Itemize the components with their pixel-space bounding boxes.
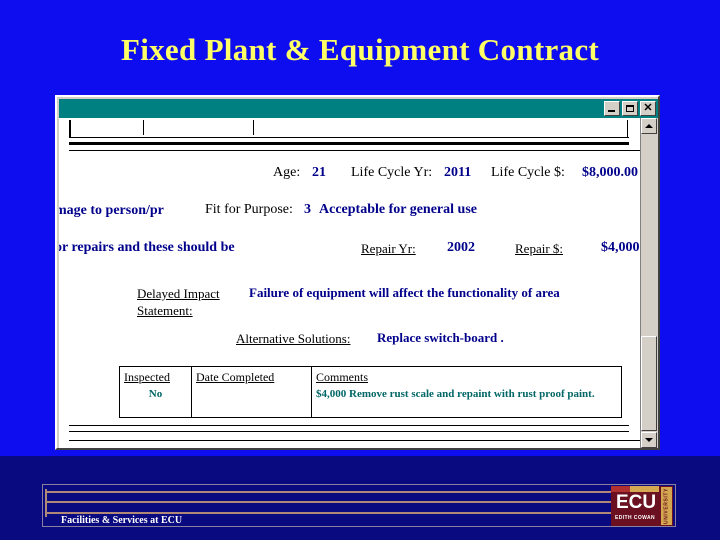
fit-for-purpose-rating: 3: [304, 202, 311, 217]
footer-rule-1: [45, 491, 639, 493]
rule-bottom-2: [69, 431, 629, 432]
scroll-down-button[interactable]: [641, 432, 657, 448]
repair-dollar-value: $4,000.00: [601, 240, 642, 255]
scrollbar-thumb[interactable]: [641, 336, 657, 431]
table-header-inspected: Inspected: [124, 370, 170, 384]
life-cycle-dollar-value: $8,000.00: [582, 165, 638, 180]
slide-canvas: Fixed Plant & Equipment Contract ✕ Age: …: [0, 0, 720, 540]
footer-rule-2: [45, 501, 639, 503]
age-value: 21: [312, 165, 326, 180]
table-column-inspected: Inspected No: [120, 367, 192, 417]
rule-top-5: [627, 120, 628, 138]
table-header-date-completed: Date Completed: [196, 370, 275, 384]
window-titlebar[interactable]: ✕: [59, 99, 658, 118]
life-cycle-yr-value: 2011: [444, 165, 472, 180]
table-cell-inspected: No: [148, 388, 163, 400]
inspection-table: Inspected No Date Completed Comments $4,…: [119, 366, 622, 418]
ecu-logo-subtitle: EDITH COWAN: [615, 515, 655, 521]
rule-top-3: [253, 120, 254, 135]
scroll-up-arrow-icon: [645, 124, 653, 128]
rule-bottom-3: [69, 440, 642, 441]
scroll-up-button[interactable]: [641, 118, 657, 134]
close-button[interactable]: ✕: [640, 101, 656, 116]
alternative-solutions-label: Alternative Solutions:: [236, 331, 351, 346]
rule-bottom-1: [69, 425, 629, 426]
repair-dollar-label: Repair $:: [515, 241, 564, 256]
ecu-logo-vertical-text: UNIVERSITY: [661, 487, 672, 525]
ecu-logo: ECU EDITH COWAN UNIVERSITY: [611, 486, 673, 526]
delayed-impact-label-line1: Delayed Impact: [137, 286, 220, 301]
delayed-impact-label-line2: Statement:: [137, 303, 193, 318]
fit-for-purpose-label: Fit for Purpose:: [205, 202, 293, 217]
damage-text: mage to person/pr: [59, 203, 164, 218]
rule-top-6: [69, 142, 629, 145]
table-header-comments: Comments: [316, 370, 369, 384]
document-page: Age: 21 Life Cycle Yr: 2011 Life Cycle $…: [59, 118, 642, 448]
rule-top-7: [69, 150, 642, 151]
minimize-icon: [608, 110, 615, 112]
scroll-down-arrow-icon: [645, 438, 653, 442]
maximize-button[interactable]: [622, 101, 638, 116]
rule-top-2: [143, 120, 144, 135]
repair-yr-value: 2002: [447, 240, 475, 255]
repairs-text: or repairs and these should be: [59, 240, 235, 255]
application-window: ✕ Age: 21 Life Cycle Yr: 2011 Life Cycle…: [55, 95, 660, 450]
footer-bar: Facilities & Services at ECU ECU EDITH C…: [42, 484, 676, 527]
delayed-impact-value: Failure of equipment will affect the fun…: [249, 285, 560, 300]
table-cell-comments: $4,000 Remove rust scale and repaint wit…: [316, 388, 595, 400]
ecu-logo-letters: ECU: [615, 492, 657, 513]
page-title: Fixed Plant & Equipment Contract: [120, 32, 600, 67]
close-icon: ✕: [643, 101, 653, 114]
document-client-area: Age: 21 Life Cycle Yr: 2011 Life Cycle $…: [59, 118, 642, 448]
maximize-icon: [626, 105, 634, 112]
table-column-date-completed: Date Completed: [192, 367, 312, 417]
footer-text: Facilities & Services at ECU: [61, 515, 183, 526]
table-column-comments: Comments $4,000 Remove rust scale and re…: [312, 367, 622, 417]
repair-yr-label: Repair Yr:: [361, 241, 416, 256]
vertical-scrollbar[interactable]: [640, 118, 657, 448]
life-cycle-yr-label: Life Cycle Yr:: [351, 165, 433, 180]
age-label: Age:: [273, 165, 301, 180]
alternative-solutions-value: Replace switch-board .: [377, 330, 504, 345]
rule-top-1: [69, 120, 71, 138]
minimize-button[interactable]: [604, 101, 620, 116]
rule-top-4: [69, 137, 629, 138]
fit-for-purpose-description: Acceptable for general use: [319, 202, 477, 217]
life-cycle-dollar-label: Life Cycle $:: [491, 165, 565, 180]
footer-rule-3: [45, 512, 639, 514]
